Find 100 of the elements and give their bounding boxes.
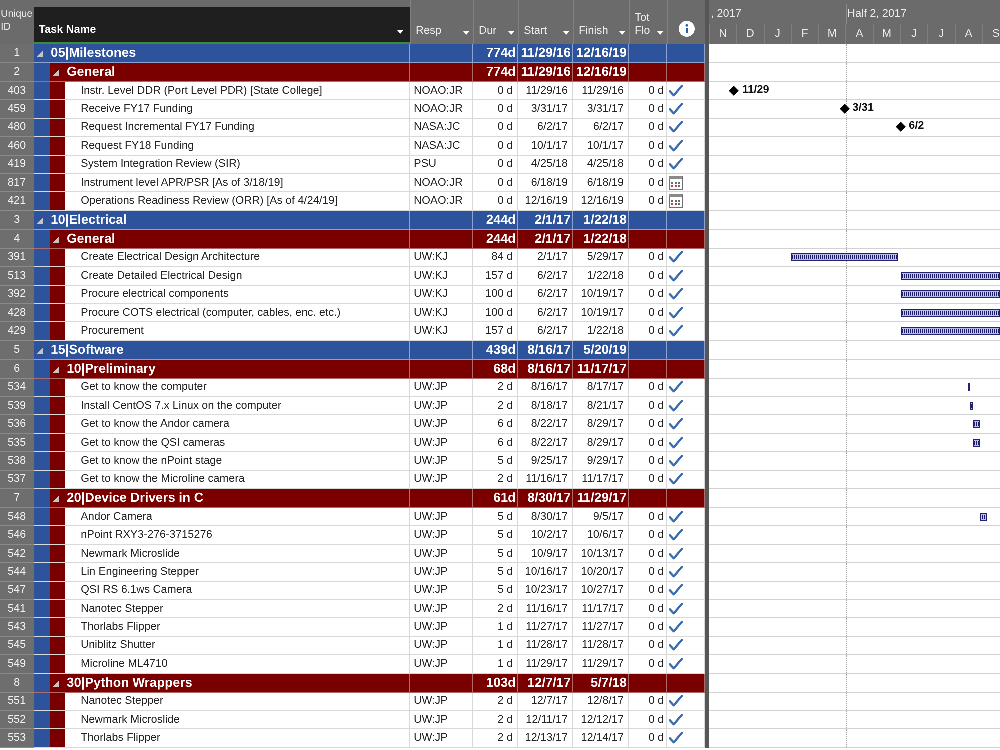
- task-name: Andor Camera: [81, 510, 153, 524]
- outline-triangle-icon[interactable]: [37, 51, 43, 57]
- summary-task-row[interactable]: 20|Device Drivers in C 61d 8/30/17 11/29/17: [34, 489, 705, 508]
- outline-triangle-icon[interactable]: [53, 496, 59, 502]
- row-number[interactable]: 548: [0, 508, 34, 526]
- summary-task-row[interactable]: 10|Electrical 244d 2/1/17 1/22/18: [34, 210, 705, 230]
- task-row[interactable]: Receive FY17 Funding NOAO:JR 0 d 3/31/17 3/31/17 0 d: [34, 100, 705, 119]
- row-number[interactable]: 513: [0, 267, 34, 286]
- task-row[interactable]: Nanotec Stepper UW:JP 2 d 11/16/17 11/17/17 0 d: [34, 600, 705, 618]
- outline-triangle-icon[interactable]: [37, 348, 43, 354]
- task-row[interactable]: nPoint RXY3-276-3715276 UW:JP 5 d 10/2/17 10/6/17 0 d: [34, 526, 705, 545]
- row-number[interactable]: 546: [0, 526, 34, 545]
- summary-task-row[interactable]: General 774d 11/29/16 12/16/19: [34, 63, 705, 82]
- row-number[interactable]: 551: [0, 692, 34, 711]
- duration-text: 2 d: [498, 472, 513, 486]
- summary-task-row[interactable]: General 244d 2/1/17 1/22/18: [34, 230, 705, 249]
- row-number[interactable]: 541: [0, 600, 34, 618]
- row-number[interactable]: 392: [0, 286, 34, 304]
- row-number[interactable]: 459: [0, 100, 34, 119]
- summary-task-row[interactable]: 05|Milestones 774d 11/29/16 12/16/19: [34, 44, 705, 63]
- row-number[interactable]: 547: [0, 582, 34, 600]
- task-name: nPoint RXY3-276-3715276: [81, 528, 212, 542]
- row-number[interactable]: 429: [0, 322, 34, 341]
- outline-triangle-icon[interactable]: [53, 236, 59, 243]
- column-header[interactable]: Task Name: [34, 7, 410, 44]
- task-row[interactable]: Instr. Level DDR (Port Level PDR) [State College] NOAO:JR 0 d 11/29/16 11/29/16 0 d: [34, 82, 705, 100]
- row-number[interactable]: 7: [0, 489, 34, 508]
- task-row[interactable]: Operations Readiness Review (ORR) [As of 4/24/19] NOAO:JR 0 d 12/16/19 12/16/19 0 d: [34, 192, 705, 211]
- summary-task-row[interactable]: 15|Software 439d 8/16/17 5/20/19: [34, 340, 705, 360]
- outline-triangle-icon[interactable]: [37, 218, 43, 224]
- task-row[interactable]: Create Electrical Design Architecture UW:KJ 84 d 2/1/17 5/29/17 0 d: [34, 248, 705, 268]
- task-row[interactable]: Procure COTS electrical (computer, cables, enc. etc.) UW:KJ 100 d 6/2/17 10/19/17 0 d: [34, 304, 705, 322]
- row-number[interactable]: 538: [0, 452, 34, 471]
- outline-triangle-icon[interactable]: [53, 70, 59, 76]
- task-row[interactable]: System Integration Review (SIR) PSU 0 d 4/25/18 4/25/18 0 d: [34, 156, 705, 174]
- task-name: Create Electrical Design Architecture: [81, 250, 260, 264]
- row-number[interactable]: 428: [0, 304, 34, 322]
- task-row[interactable]: Nanotec Stepper UW:JP 2 d 12/7/17 12/8/17 0 d: [34, 692, 705, 711]
- task-row[interactable]: Newmark Microslide UW:JP 2 d 12/11/17 12/12/17 0 d: [34, 710, 705, 730]
- duration-text: 2 d: [498, 380, 513, 394]
- duration-text: 0 d: [498, 194, 513, 208]
- task-row[interactable]: Instrument level APR/PSR [As of 3/18/19] NOAO:JR 0 d 6/18/19 6/18/19 0 d: [34, 174, 705, 192]
- row-number[interactable]: 545: [0, 636, 34, 656]
- task-row[interactable]: Get to know the Microline camera UW:JP 2 d 11/16/17 11/17/17 0 d: [34, 470, 705, 490]
- row-number[interactable]: 1: [0, 44, 34, 63]
- resource-name: NOAO:JR: [414, 84, 463, 98]
- row-number[interactable]: 552: [0, 710, 34, 730]
- task-row[interactable]: Thorlabs Flipper UW:JP 2 d 12/13/17 12/14/17 0 d: [34, 729, 705, 748]
- task-row[interactable]: Procurement UW:KJ 157 d 6/2/17 1/22/18 0 d: [34, 322, 705, 341]
- task-row[interactable]: Microline ML4710 UW:JP 1 d 11/29/17 11/29/17 0 d: [34, 655, 705, 674]
- duration-text: 0 d: [498, 120, 513, 134]
- row-number[interactable]: 535: [0, 434, 34, 452]
- task-row[interactable]: Get to know the Andor camera UW:JP 6 d 8/22/17 8/29/17 0 d: [34, 415, 705, 434]
- row-number[interactable]: 403: [0, 82, 34, 100]
- start-date: 10/2/17: [531, 528, 568, 542]
- row-number[interactable]: 553: [0, 729, 34, 748]
- timescale-month-label: D: [746, 28, 754, 40]
- task-row[interactable]: Thorlabs Flipper UW:JP 1 d 11/27/17 11/27/17 0 d: [34, 618, 705, 637]
- task-row[interactable]: Procure electrical components UW:KJ 100 d 6/2/17 10/19/17 0 d: [34, 286, 705, 304]
- task-row[interactable]: Newmark Microslide UW:JP 5 d 10/9/17 10/13/17 0 d: [34, 544, 705, 564]
- summary-task-row[interactable]: 30|Python Wrappers 103d 12/7/17 5/7/18: [34, 674, 705, 693]
- task-row[interactable]: Get to know the nPoint stage UW:JP 5 d 9/25/17 9/29/17 0 d: [34, 452, 705, 471]
- row-number[interactable]: 536: [0, 415, 34, 434]
- row-number[interactable]: 391: [0, 248, 34, 268]
- row-number[interactable]: 544: [0, 563, 34, 582]
- summary-task-name: General: [67, 64, 116, 80]
- row-number[interactable]: 419: [0, 156, 34, 174]
- task-row[interactable]: Install CentOS 7.x Linux on the computer UW:JP 2 d 8/18/17 8/21/17 0 d: [34, 397, 705, 416]
- task-row[interactable]: Create Detailed Electrical Design UW:KJ 157 d 6/2/17 1/22/18 0 d: [34, 267, 705, 286]
- row-number[interactable]: 460: [0, 137, 34, 156]
- row-number[interactable]: 4: [0, 230, 34, 249]
- total-float-text: 0 d: [648, 398, 664, 413]
- total-float-text: 0 d: [648, 194, 664, 208]
- task-row[interactable]: QSI RS 6.1ws Camera UW:JP 5 d 10/23/17 10/27/17 0 d: [34, 582, 705, 600]
- row-number[interactable]: 480: [0, 118, 34, 138]
- outline-triangle-icon[interactable]: [53, 680, 59, 687]
- row-number[interactable]: 817: [0, 174, 34, 192]
- row-number[interactable]: 2: [0, 63, 34, 82]
- column-header[interactable]: Unique ID: [0, 0, 34, 34]
- row-number[interactable]: 421: [0, 192, 34, 211]
- row-number[interactable]: 6: [0, 360, 34, 379]
- task-row[interactable]: Request Incremental FY17 Funding NASA:JC 0 d 6/2/17 6/2/17 0 d: [34, 118, 705, 138]
- row-number[interactable]: 8: [0, 674, 34, 693]
- row-number[interactable]: 549: [0, 655, 34, 674]
- task-row[interactable]: Uniblitz Shutter UW:JP 1 d 11/28/17 11/28/17 0 d: [34, 636, 705, 656]
- task-row[interactable]: Request FY18 Funding NASA:JC 0 d 10/1/17 10/1/17 0 d: [34, 137, 705, 156]
- row-number[interactable]: 3: [0, 210, 34, 230]
- row-number[interactable]: 542: [0, 544, 34, 564]
- row-number[interactable]: 5: [0, 340, 34, 360]
- task-row[interactable]: Lin Engineering Stepper UW:JP 5 d 10/16/17 10/20/17 0 d: [34, 563, 705, 582]
- summary-task-row[interactable]: 10|Preliminary 68d 8/16/17 11/17/17: [34, 360, 705, 379]
- duration-text: 1 d: [498, 620, 513, 634]
- row-number[interactable]: 539: [0, 397, 34, 416]
- outline-triangle-icon[interactable]: [53, 366, 59, 373]
- row-number[interactable]: 543: [0, 618, 34, 637]
- task-row[interactable]: Get to know the QSI cameras UW:JP 6 d 8/22/17 8/29/17 0 d: [34, 434, 705, 452]
- task-row[interactable]: Get to know the computer UW:JP 2 d 8/16/17 8/17/17 0 d: [34, 378, 705, 398]
- task-row[interactable]: Andor Camera UW:JP 5 d 8/30/17 9/5/17 0 d: [34, 508, 705, 526]
- row-number[interactable]: 537: [0, 470, 34, 490]
- row-number[interactable]: 534: [0, 378, 34, 398]
